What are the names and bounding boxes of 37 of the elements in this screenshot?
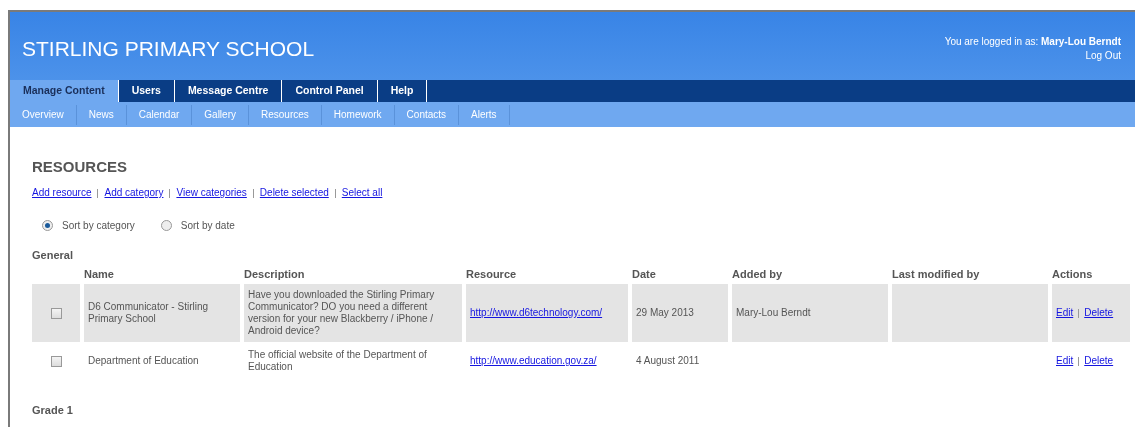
column-header: Description [244, 266, 306, 282]
edit-link[interactable]: Edit [1056, 307, 1074, 319]
table-cell-text: Have you downloaded the Stirling Primary Communicator? DO you need a different version for your new Blackberry / iPhone / Android device? [248, 289, 436, 337]
column-header: Resource [466, 266, 518, 282]
row-checkbox[interactable] [50, 307, 62, 319]
radio-button[interactable] [42, 220, 53, 231]
column-header: Last modified by [892, 266, 981, 282]
radio-label: Sort by date [180, 219, 235, 233]
resource-link[interactable]: http://www.education.gov.za/ [470, 355, 597, 367]
column-header: Name [84, 266, 115, 282]
table-cell: 29 May 2013 [636, 307, 694, 319]
table-cell: Mary-Lou Berndt [736, 307, 811, 319]
radio-button[interactable] [160, 220, 172, 231]
row-checkbox[interactable] [50, 355, 62, 367]
delete-link[interactable]: Delete [1084, 307, 1114, 319]
table-cell-text: D6 Communicator - Stirling Primary School [88, 301, 210, 325]
table-cell: 4 August 2011 [636, 355, 700, 367]
column-header: Actions [1052, 266, 1094, 282]
action-link[interactable]: Add category [104, 187, 164, 199]
nav-tab[interactable]: Manage Content [10, 80, 119, 102]
action-link[interactable]: Add resource [32, 187, 92, 199]
edit-link[interactable]: Edit [1056, 355, 1074, 367]
category-heading: General [32, 249, 74, 262]
site-title: STIRLING PRIMARY SCHOOL [22, 38, 315, 59]
delete-link[interactable]: Delete [1084, 355, 1114, 367]
action-link[interactable]: Select all [341, 187, 383, 199]
category-heading: Grade 1 [32, 404, 74, 417]
login-status: You are logged in as: Mary-Lou Berndt [944, 35, 1121, 49]
resource-link[interactable]: http://www.d6technology.com/ [470, 307, 603, 319]
action-link[interactable]: View categories [176, 187, 247, 199]
table-cell: Department of Education [88, 355, 199, 367]
table-cell-text: The official website of the Department of Education [248, 349, 428, 373]
radio-label: Sort by category [62, 219, 135, 233]
page-title: RESOURCES [32, 159, 129, 174]
column-header: Added by [732, 266, 784, 282]
action-link[interactable]: Delete selected [259, 187, 329, 199]
column-header: Date [632, 266, 657, 282]
